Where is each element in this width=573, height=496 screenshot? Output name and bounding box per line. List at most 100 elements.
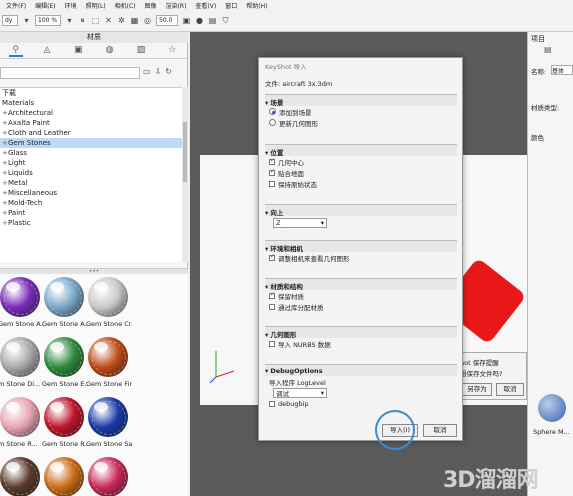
sphere-thumbnail[interactable] <box>538 394 566 422</box>
tab-materials[interactable]: ⚲ <box>8 45 23 57</box>
material-tile[interactable]: Gem Stone Cr... <box>86 273 132 335</box>
tree-item[interactable]: +Paint <box>0 208 184 218</box>
up-axis-select[interactable]: Z ▾ <box>273 218 327 228</box>
material-tile[interactable]: Gem Stone Sa... <box>86 393 132 455</box>
checkbox-icon[interactable] <box>269 400 275 407</box>
cross-icon[interactable]: ✕ <box>104 16 113 26</box>
light-icon[interactable]: ✲ <box>117 16 126 26</box>
tree-item[interactable]: +Liquids <box>0 168 184 178</box>
option-adjust-camera[interactable]: 调整相机来查看几何图形 <box>265 252 457 263</box>
menu-item[interactable]: 图像 <box>145 1 157 10</box>
tree-item[interactable]: +Plastic <box>0 218 184 228</box>
option-label: 几何中心 <box>278 158 304 167</box>
section-materials-header[interactable]: 材质和结构 <box>265 279 457 291</box>
material-tile[interactable]: Gem Stone A... <box>42 273 88 335</box>
material-tile[interactable]: Gem Stone A... <box>0 273 44 335</box>
pause-icon[interactable]: ⏸ <box>78 16 87 26</box>
menu-item[interactable]: 编辑(E) <box>35 1 55 10</box>
option-nurbs[interactable]: 导入 NURBS 数据 <box>265 338 457 349</box>
menu-item[interactable]: 照明(L) <box>86 1 106 10</box>
tab-backplates[interactable]: ▨ <box>134 45 148 57</box>
option-add-to-scene[interactable]: 添加到场景 <box>265 106 457 117</box>
section-env-header[interactable]: 环境和相机 <box>265 241 457 253</box>
name-field[interactable]: 基体 <box>551 65 573 75</box>
tree-item[interactable]: +Cloth and Leather <box>0 128 184 138</box>
menu-item[interactable]: 文件(F) <box>6 1 26 10</box>
folder-icon[interactable]: ▭ <box>143 67 151 79</box>
section-position-header[interactable]: 位置 <box>265 145 457 157</box>
cube-icon[interactable]: ▣ <box>182 16 191 26</box>
tab-colors[interactable]: ◬ <box>40 45 54 57</box>
menu-item[interactable]: 查看(V) <box>195 1 216 10</box>
dot-icon[interactable]: ● <box>195 16 204 26</box>
tree-item[interactable]: +Mold-Tech <box>0 198 184 208</box>
checkbox-icon[interactable] <box>269 180 275 187</box>
loglevel-select[interactable]: 调试 ▾ <box>273 388 327 398</box>
option-snap-ground[interactable]: 贴合地面 <box>265 167 457 178</box>
search-input[interactable] <box>0 67 140 79</box>
option-keep-materials[interactable]: 保留材质 <box>265 290 457 301</box>
checkbox-icon[interactable] <box>269 253 275 261</box>
chevron-down-icon[interactable]: ▾ <box>65 16 74 26</box>
tab-favorites[interactable]: ☆ <box>165 45 179 57</box>
material-tile[interactable]: m Stone Di... <box>0 333 42 395</box>
script-icon[interactable]: ▤ <box>208 16 217 26</box>
section-up-header[interactable]: 向上 <box>265 205 457 217</box>
menu-item[interactable]: 相机(C) <box>115 1 136 10</box>
region-icon[interactable]: ⬚ <box>91 16 100 26</box>
tree-item[interactable]: +Architectural <box>0 108 184 118</box>
tree-item[interactable]: +Gem Stones <box>0 138 184 148</box>
camera-icon[interactable]: ◎ <box>143 16 152 26</box>
number-field[interactable]: 50.0 <box>156 15 178 26</box>
save-cancel-button[interactable]: 取消 <box>496 383 524 396</box>
refresh-icon[interactable]: ↻ <box>165 67 172 79</box>
material-tile[interactable]: Gem Stone Fir... <box>86 333 132 395</box>
radio-icon[interactable] <box>269 119 276 126</box>
material-tile[interactable]: Gem Stone E... <box>42 333 88 395</box>
save-as-button[interactable]: 另存为 <box>462 383 492 396</box>
scene-icon[interactable]: ▤ <box>544 45 552 54</box>
option-update-geometry[interactable]: 更新几何图形 <box>265 117 457 128</box>
menu-item[interactable]: 帮助(H) <box>246 1 267 10</box>
tree-scroll-thumb[interactable] <box>183 122 187 182</box>
shield-icon[interactable]: ⛉ <box>221 16 230 26</box>
menu-item[interactable]: 窗口 <box>225 1 237 10</box>
checkbox-icon[interactable] <box>269 303 275 310</box>
tree-root[interactable]: 下载 <box>0 88 184 98</box>
option-geometry-center[interactable]: 几何中心 <box>265 156 457 167</box>
cancel-button[interactable]: 取消 <box>423 424 457 437</box>
chevron-down-icon[interactable]: ▾ <box>22 16 31 26</box>
radio-icon[interactable] <box>269 108 276 115</box>
tab-textures[interactable]: ▣ <box>71 45 85 57</box>
menu-item[interactable]: 渲染(R) <box>166 1 187 10</box>
menu-item[interactable]: 环境 <box>65 1 77 10</box>
checkbox-icon[interactable] <box>269 168 275 176</box>
option-assign-library[interactable]: 通过库分配材质 <box>265 301 457 312</box>
tree-item[interactable]: +Light <box>0 158 184 168</box>
zoom-select[interactable]: 100 % <box>35 15 61 26</box>
section-scene-header[interactable]: 场景 <box>265 95 457 107</box>
material-tile[interactable]: Gem Stone T... <box>86 453 130 496</box>
option-keep-original[interactable]: 保持原始状态 <box>265 178 457 189</box>
tree-item[interactable]: +Glass <box>0 148 184 158</box>
material-tile[interactable]: m Stone S... <box>0 453 42 496</box>
material-tile[interactable]: Gem Stone R... <box>42 393 88 455</box>
option-debugbip[interactable]: debugbip <box>265 398 457 409</box>
mode-select[interactable]: dy <box>2 15 18 26</box>
import-icon[interactable]: ⇩ <box>155 67 162 79</box>
grid-icon[interactable]: ▦ <box>130 16 139 26</box>
material-tile[interactable]: Gem Stone T... <box>42 453 86 496</box>
project-tab[interactable]: 项目 <box>531 34 545 44</box>
checkbox-icon[interactable] <box>269 340 275 347</box>
tree-item[interactable]: +Metal <box>0 178 184 188</box>
section-debug-header[interactable]: DebugOptions <box>265 365 457 376</box>
section-geometry-header[interactable]: 几何图形 <box>265 327 457 339</box>
checkbox-icon[interactable] <box>269 291 275 299</box>
tab-environments[interactable]: ◍ <box>103 45 117 57</box>
tree-item[interactable]: +Axalta Paint <box>0 118 184 128</box>
tree-item[interactable]: +Miscellaneous <box>0 188 184 198</box>
debug-loglevel-label: 导入程序 LogLevel <box>269 378 326 387</box>
material-tile[interactable]: m Stone R... <box>0 393 42 455</box>
checkbox-icon[interactable] <box>269 157 275 165</box>
tree-folder[interactable]: Materials <box>0 98 184 108</box>
